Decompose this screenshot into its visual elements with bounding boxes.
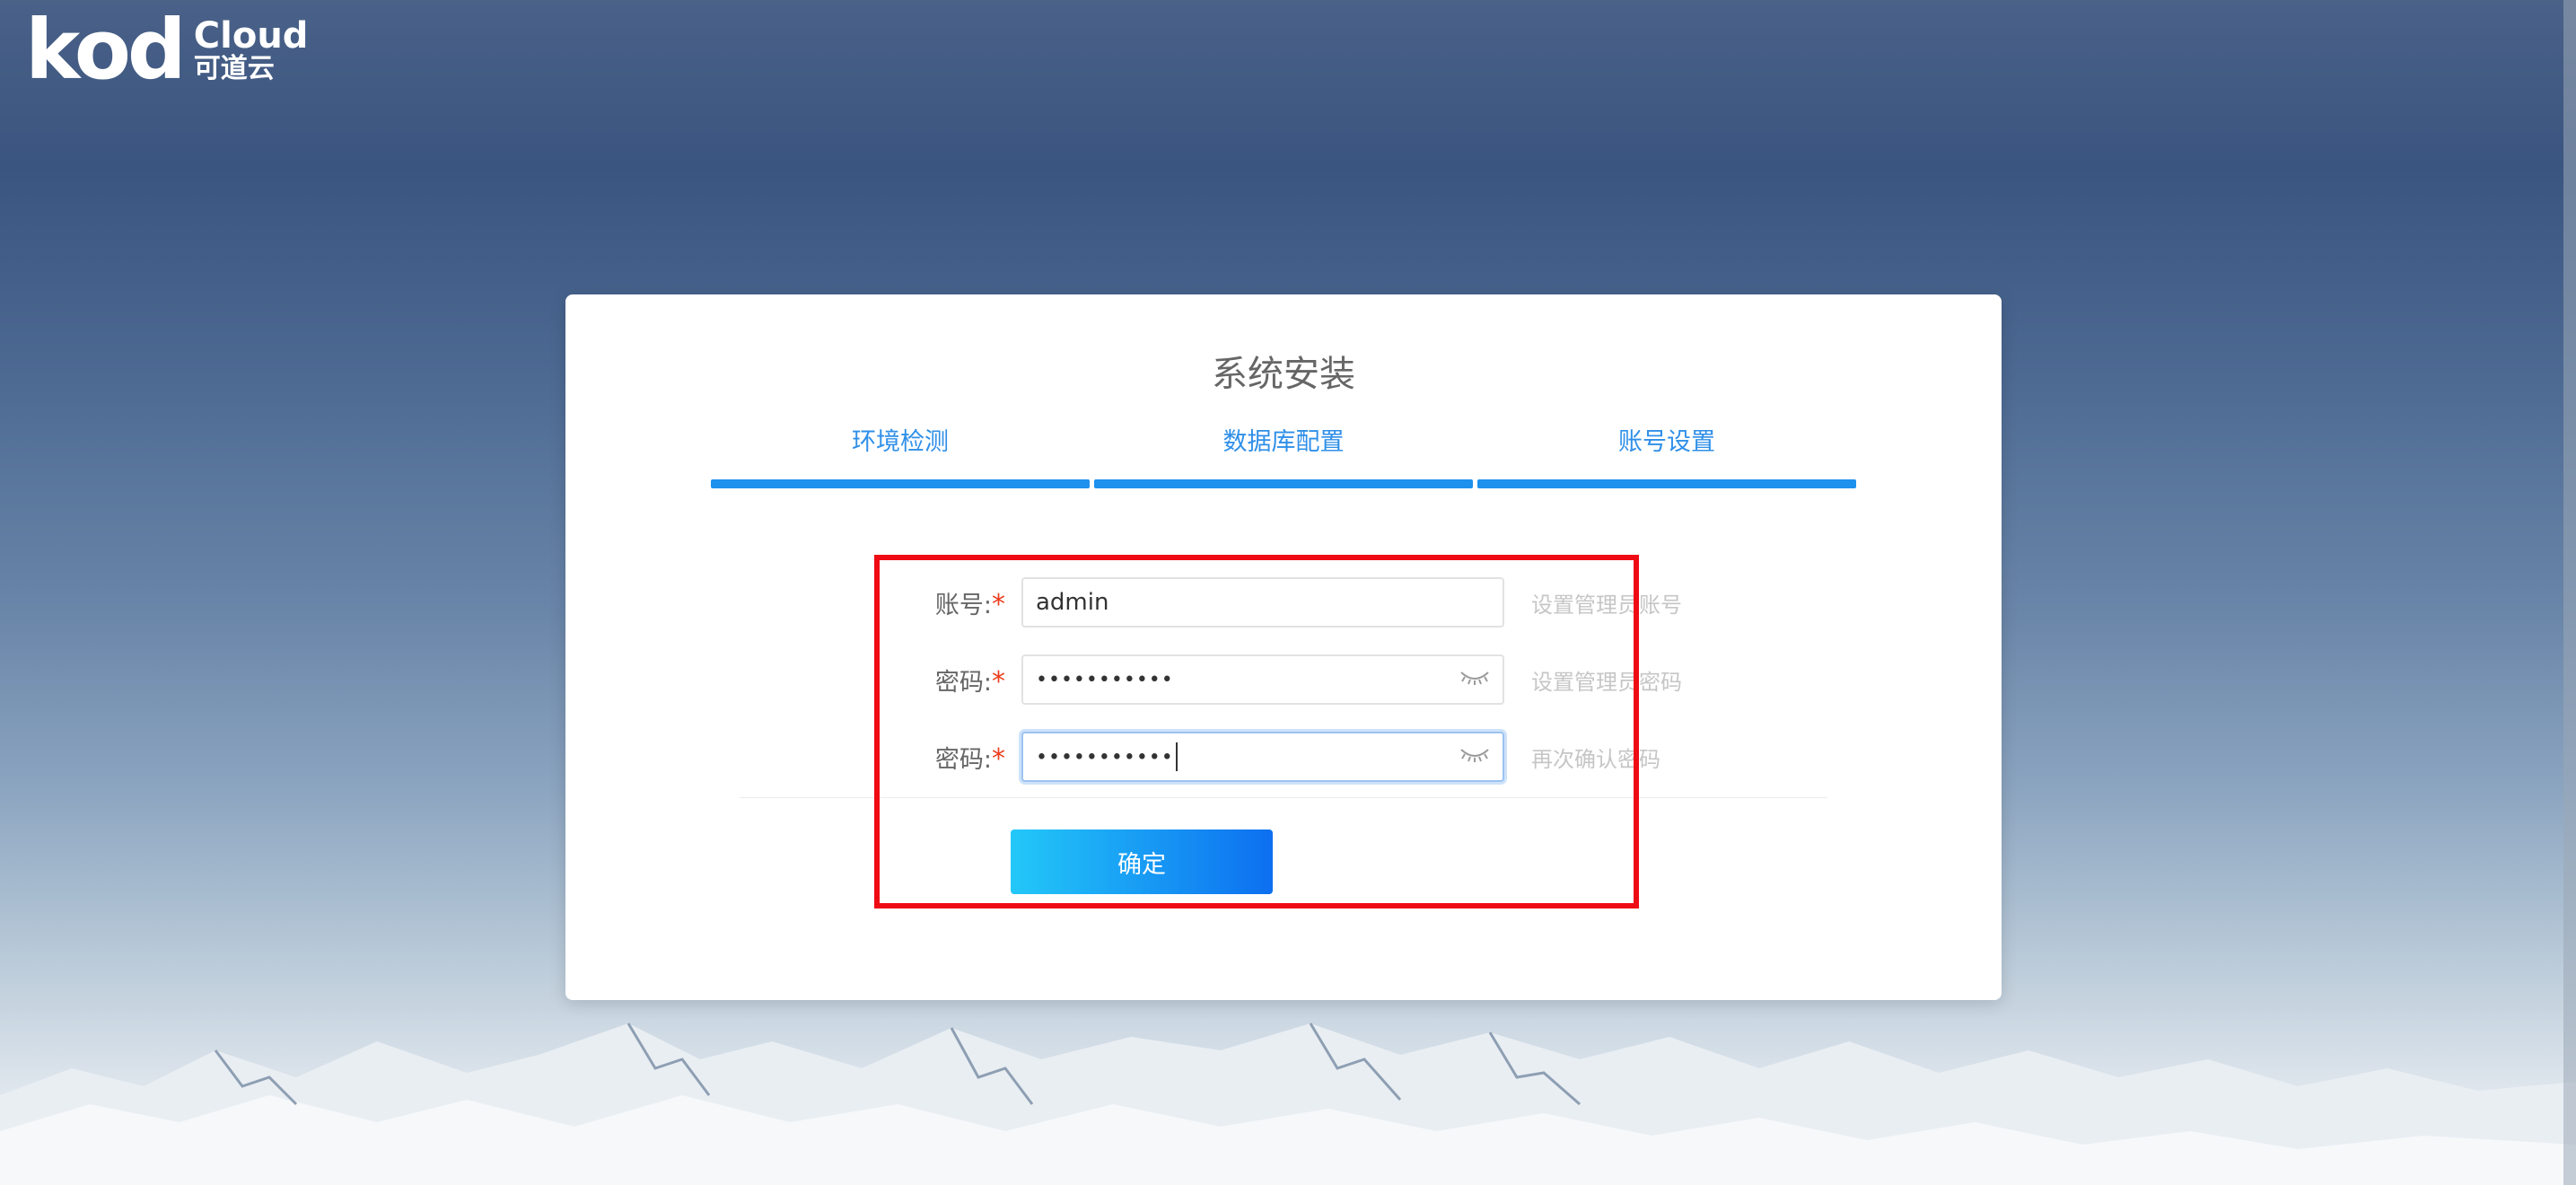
kodcloud-logo: kod Cloud 可道云 — [25, 9, 308, 92]
logo-brand: kod — [25, 2, 187, 98]
logo-cn-text: 可道云 — [193, 53, 275, 85]
logo-cloud-text: Cloud — [193, 15, 309, 57]
highlight-box — [874, 555, 1639, 908]
mountain-background — [0, 1023, 2576, 1185]
page-scrollbar[interactable] — [2563, 0, 2576, 1185]
